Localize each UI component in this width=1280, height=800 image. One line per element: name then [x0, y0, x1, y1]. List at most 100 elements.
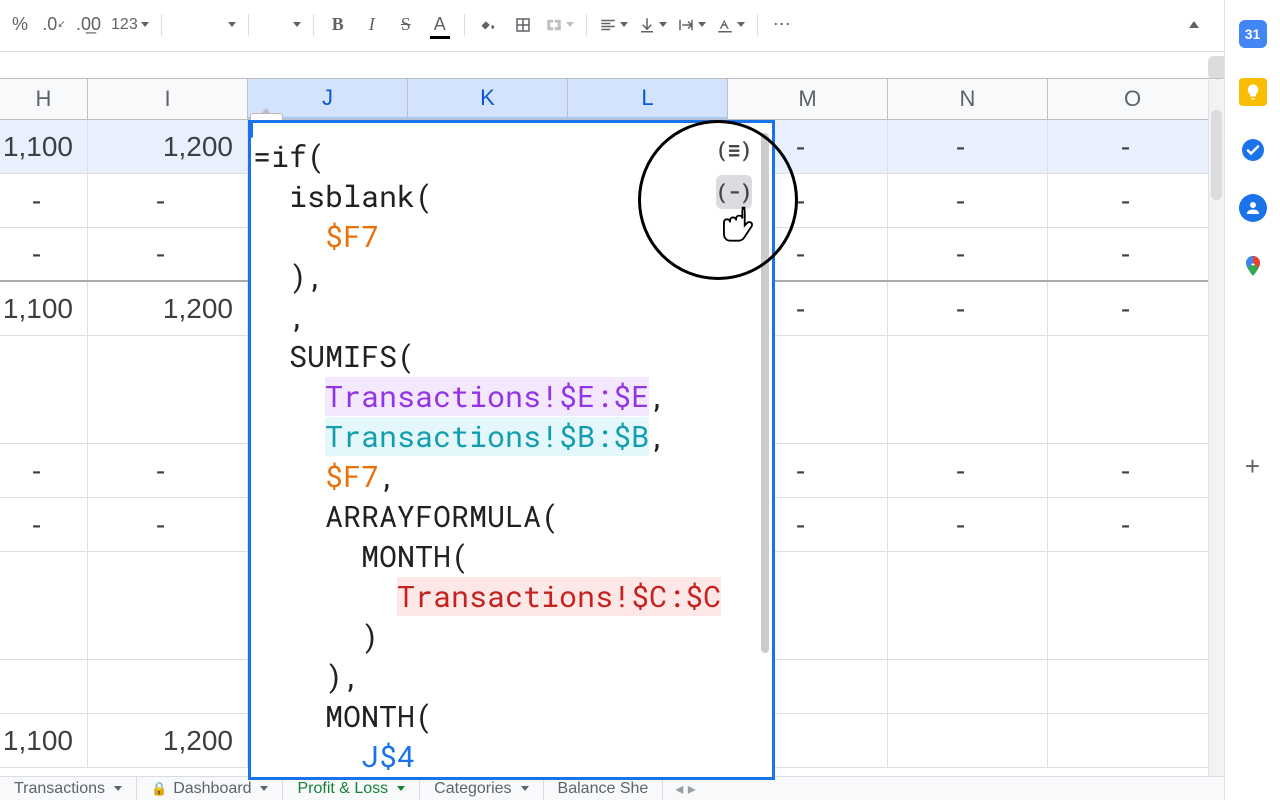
merge-icon — [545, 16, 563, 34]
cell[interactable]: - — [0, 228, 88, 280]
cell[interactable]: - — [1048, 120, 1218, 173]
cell[interactable]: - — [1048, 444, 1218, 497]
text-color-button[interactable]: A — [424, 9, 456, 41]
sheet-tab-nav[interactable]: ◂ ▸ — [663, 779, 708, 799]
cell[interactable] — [888, 552, 1048, 659]
cell[interactable]: 1,200 — [88, 120, 248, 173]
merge-cells-button[interactable] — [541, 9, 578, 41]
cell[interactable]: 1,200 — [88, 282, 248, 335]
sheet-tab-categories[interactable]: Categories — [420, 777, 543, 800]
cell[interactable]: - — [0, 498, 88, 551]
cell[interactable] — [888, 336, 1048, 443]
fill-color-button[interactable] — [473, 9, 505, 41]
italic-button[interactable]: I — [356, 9, 388, 41]
col-header-K[interactable]: K — [408, 79, 568, 119]
percent-format-button[interactable]: % — [4, 9, 36, 41]
cell[interactable]: 1,100 — [0, 714, 88, 767]
text-wrap-button[interactable] — [673, 9, 710, 41]
cell[interactable] — [1048, 660, 1218, 713]
bold-button[interactable]: B — [322, 9, 354, 41]
strikethrough-button[interactable]: S — [390, 9, 422, 41]
col-header-O[interactable]: O — [1048, 79, 1218, 119]
formula-scrollbar[interactable] — [761, 133, 769, 653]
side-panel-collapse-tab[interactable] — [1208, 56, 1224, 80]
cell[interactable]: - — [0, 444, 88, 497]
formula-line: =if( — [253, 137, 756, 177]
cell[interactable] — [1048, 552, 1218, 659]
side-panel: 31 + — [1224, 0, 1280, 800]
formula-help-icon[interactable]: ? — [248, 122, 253, 138]
cell[interactable] — [0, 336, 88, 443]
cell[interactable]: - — [888, 282, 1048, 335]
separator — [586, 14, 587, 36]
cell[interactable]: - — [888, 174, 1048, 227]
collapse-toolbar-button[interactable] — [1178, 9, 1210, 41]
cell[interactable]: 1,100 — [0, 120, 88, 173]
cell[interactable] — [88, 660, 248, 713]
col-header-N[interactable]: N — [888, 79, 1048, 119]
cell[interactable] — [888, 714, 1048, 767]
formula-editor[interactable]: ? (≡) (-) =if( isblank( $F7 ), , SUMIFS(… — [248, 120, 775, 780]
cell[interactable]: - — [1048, 174, 1218, 227]
wrap-icon — [677, 16, 695, 34]
cell[interactable]: 1,200 — [88, 714, 248, 767]
cell[interactable]: - — [888, 120, 1048, 173]
more-button[interactable]: ⋯ — [766, 9, 798, 41]
cell[interactable]: - — [88, 498, 248, 551]
cell[interactable]: - — [0, 174, 88, 227]
horizontal-align-button[interactable] — [595, 9, 632, 41]
sheet-tab-balance-sheet[interactable]: Balance She — [544, 777, 664, 800]
separator — [248, 14, 249, 36]
contacts-icon[interactable] — [1239, 194, 1267, 222]
vertical-scrollbar[interactable] — [1208, 80, 1224, 776]
cell[interactable] — [0, 660, 88, 713]
cell[interactable]: - — [888, 444, 1048, 497]
borders-button[interactable] — [507, 9, 539, 41]
cell[interactable]: - — [1048, 282, 1218, 335]
sheet-tab-profit-loss[interactable]: Profit & Loss — [283, 777, 420, 800]
cell[interactable]: - — [88, 444, 248, 497]
maps-icon[interactable] — [1239, 252, 1267, 280]
add-addon-button[interactable]: + — [1239, 452, 1267, 480]
paint-bucket-icon — [480, 16, 498, 34]
cell[interactable]: - — [88, 228, 248, 280]
cell[interactable] — [88, 552, 248, 659]
tasks-icon[interactable] — [1239, 136, 1267, 164]
formula-line: Transactions!$B:$B, — [253, 417, 756, 457]
decrease-decimal-button[interactable]: .0↙ — [38, 9, 70, 41]
col-header-L[interactable]: L — [568, 79, 728, 119]
keep-icon[interactable] — [1239, 78, 1267, 106]
calendar-icon[interactable]: 31 — [1239, 20, 1267, 48]
cell[interactable] — [88, 336, 248, 443]
scrollbar-thumb[interactable] — [1211, 110, 1222, 200]
number-format-button[interactable]: 123 — [107, 9, 153, 41]
lock-icon: 🔒 — [151, 781, 167, 797]
sheet-tab-transactions[interactable]: Transactions — [0, 777, 137, 800]
text-rotation-button[interactable] — [712, 9, 749, 41]
formula-line: MONTH( — [253, 697, 756, 737]
cell[interactable]: 1,100 — [0, 282, 88, 335]
cell[interactable] — [1048, 336, 1218, 443]
formula-wrap-icon[interactable]: (≡) — [716, 133, 752, 167]
increase-decimal-button[interactable]: .0̲0 — [72, 9, 105, 41]
formula-collapse-icon[interactable]: (-) — [716, 175, 752, 209]
font-family-select[interactable] — [170, 9, 240, 41]
cell[interactable] — [888, 660, 1048, 713]
cell[interactable]: - — [888, 498, 1048, 551]
cell[interactable]: - — [88, 174, 248, 227]
col-header-I[interactable]: I — [88, 79, 248, 119]
sheet-tab-dashboard[interactable]: 🔒Dashboard — [137, 777, 283, 800]
cell[interactable] — [1048, 714, 1218, 767]
cell[interactable]: - — [1048, 228, 1218, 280]
col-header-M[interactable]: M — [728, 79, 888, 119]
cell[interactable]: - — [888, 228, 1048, 280]
cell[interactable]: - — [1048, 498, 1218, 551]
col-header-H[interactable]: H — [0, 79, 88, 119]
vertical-align-button[interactable] — [634, 9, 671, 41]
font-size-select[interactable] — [257, 9, 305, 41]
cell[interactable] — [0, 552, 88, 659]
borders-icon — [514, 16, 532, 34]
rotation-icon — [716, 16, 734, 34]
toolbar: % .0↙ .0̲0 123 B I S A ⋯ — [0, 0, 1280, 50]
col-header-J[interactable]: J -× — [248, 79, 408, 119]
